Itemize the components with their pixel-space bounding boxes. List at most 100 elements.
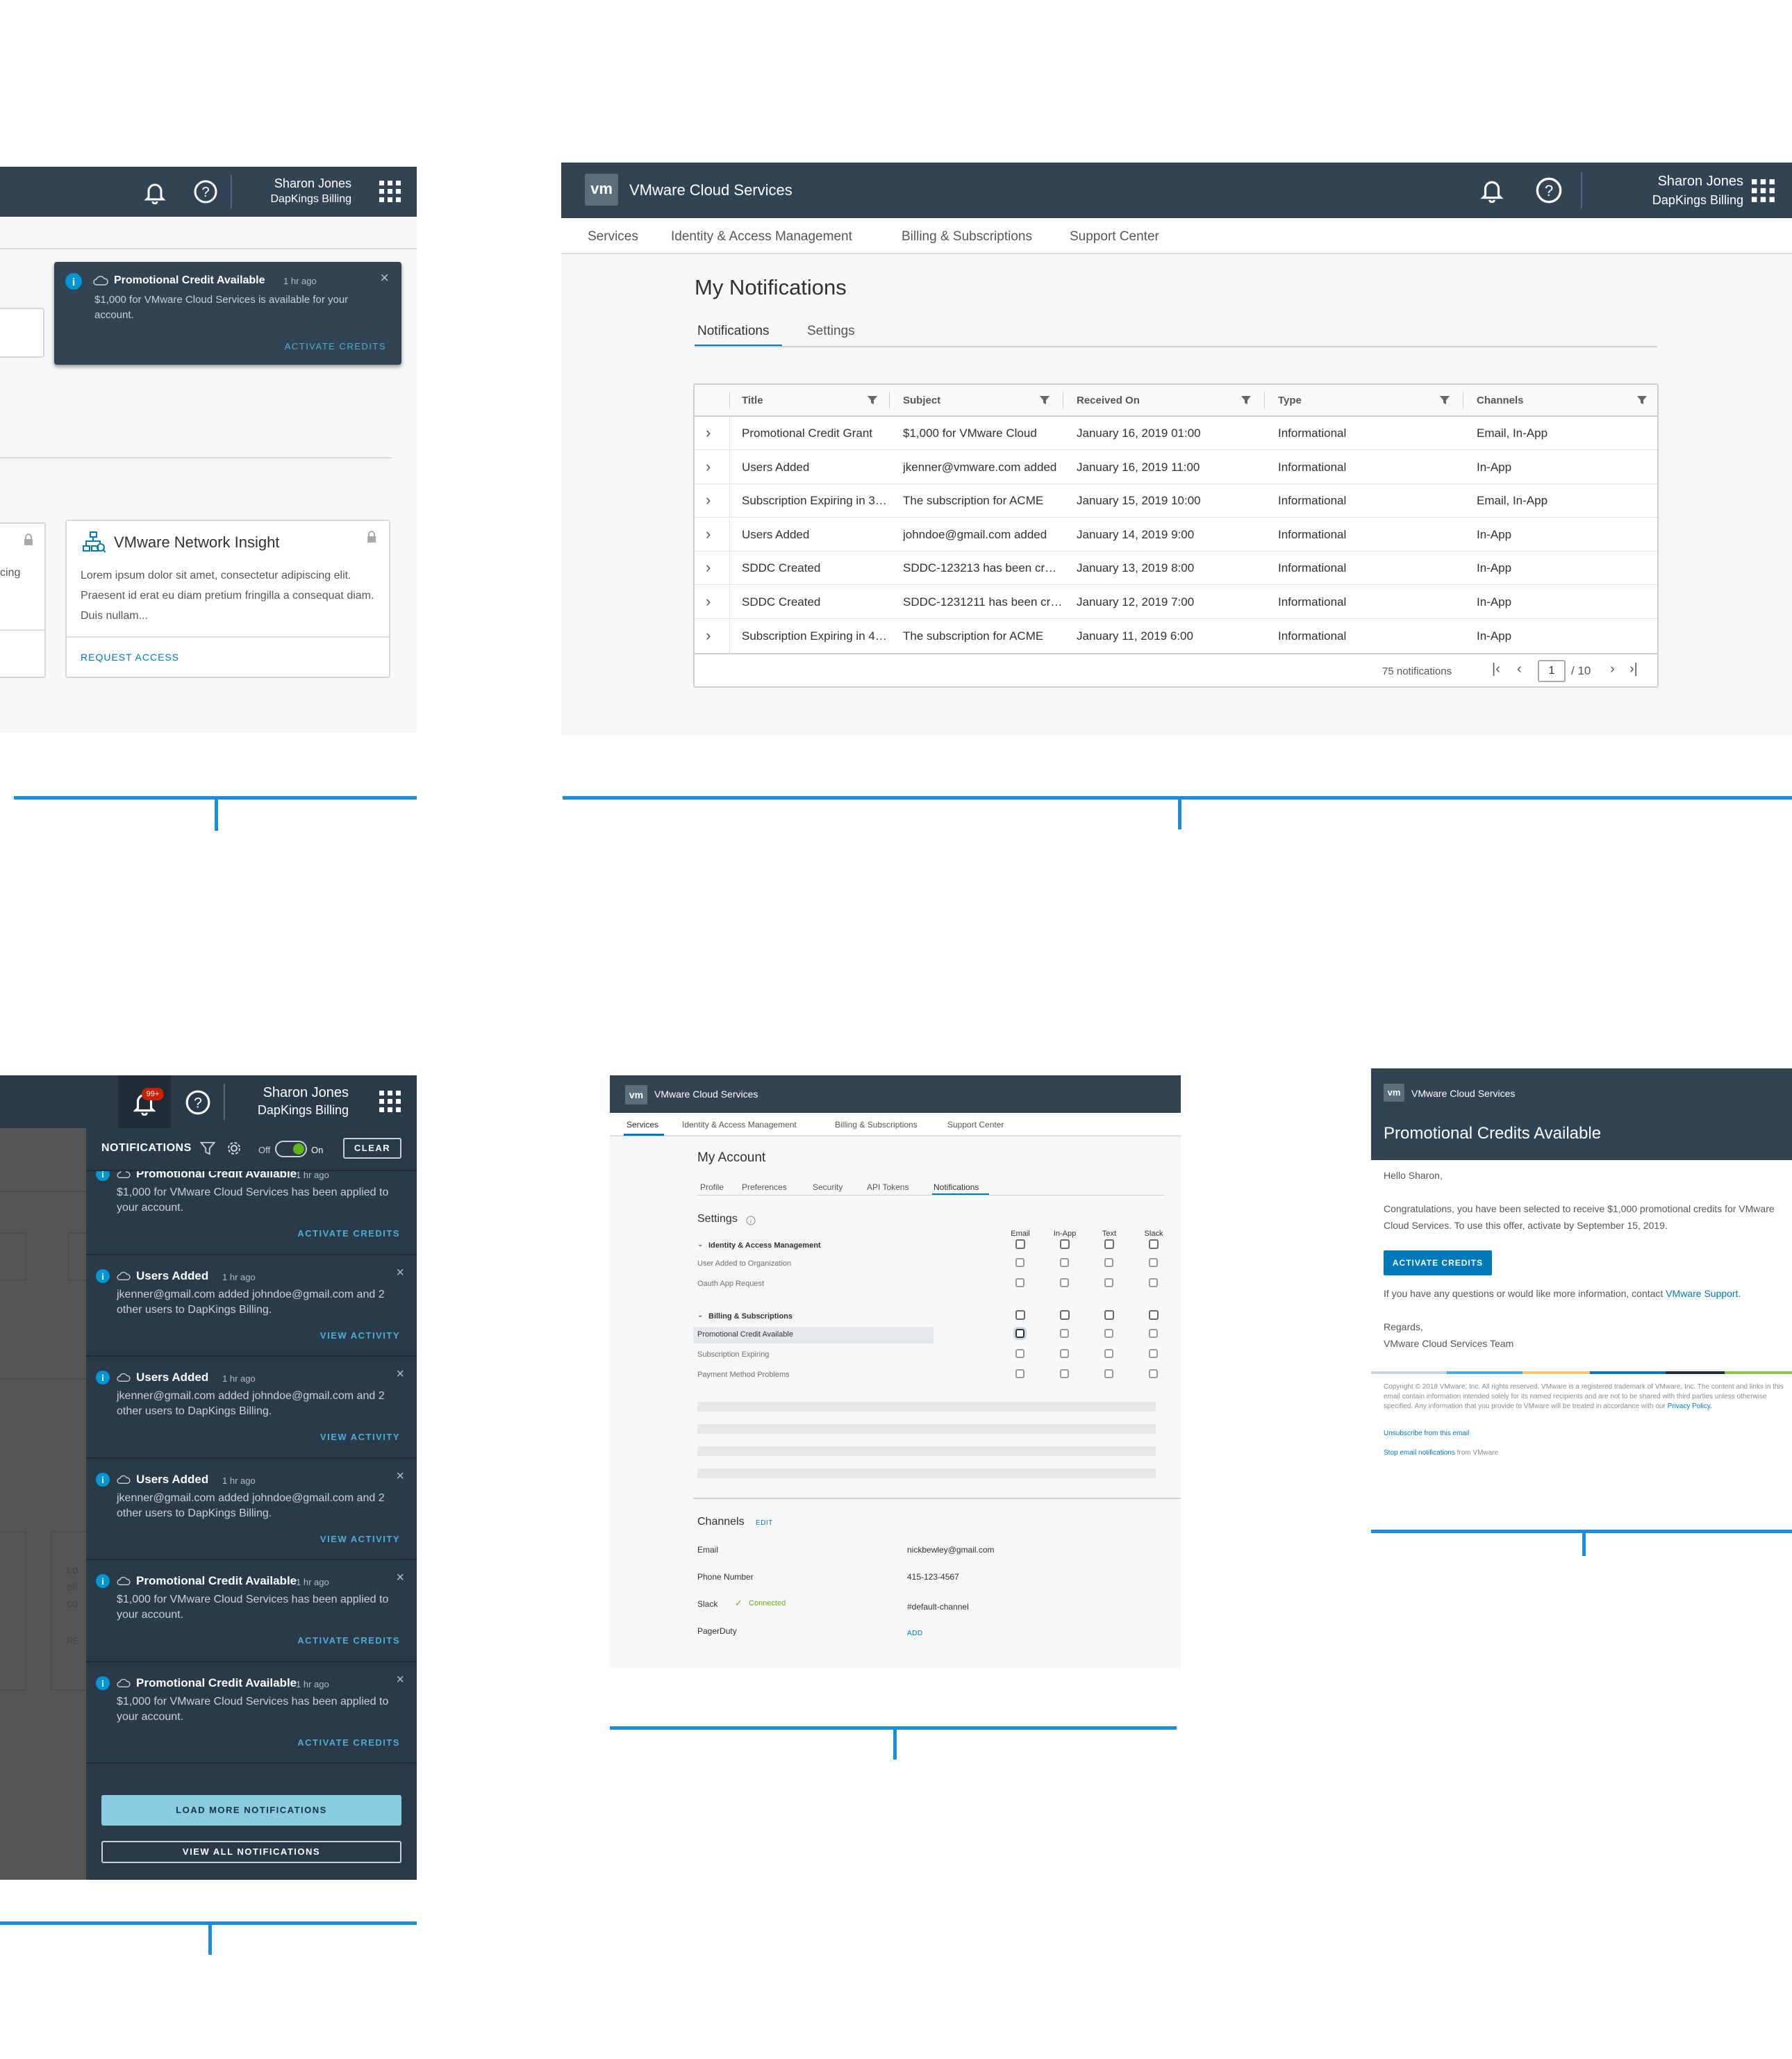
setting-checkbox[interactable] xyxy=(1015,1369,1024,1378)
tab-settings[interactable]: Settings xyxy=(807,324,855,339)
nav-billing[interactable]: Billing & Subscriptions xyxy=(835,1120,918,1130)
next-page-icon[interactable]: › xyxy=(1610,661,1615,677)
privacy-policy-link[interactable]: Privacy Policy. xyxy=(1668,1403,1712,1410)
nav-identity[interactable]: Identity & Access Management xyxy=(682,1120,797,1130)
tab-notifications[interactable]: Notifications xyxy=(934,1182,979,1192)
prev-page-icon[interactable]: ‹ xyxy=(1517,661,1522,677)
chevron-right-icon[interactable]: › xyxy=(706,491,711,509)
settings-group-header[interactable]: ⌄ Billing & Subscriptions xyxy=(697,1310,1170,1325)
group-checkbox[interactable] xyxy=(1060,1239,1070,1249)
column-header-type[interactable]: Type xyxy=(1278,395,1302,406)
setting-checkbox[interactable] xyxy=(1060,1329,1069,1338)
chevron-right-icon[interactable]: › xyxy=(706,559,711,577)
setting-checkbox[interactable] xyxy=(1149,1329,1158,1338)
notification-action[interactable]: VIEW ACTIVITY xyxy=(320,1534,400,1544)
chevron-right-icon[interactable]: › xyxy=(706,627,711,645)
brand-name[interactable]: VMware Cloud Services xyxy=(654,1089,758,1100)
column-header-channels[interactable]: Channels xyxy=(1477,395,1524,406)
chevron-right-icon[interactable]: › xyxy=(706,525,711,543)
tab-preferences[interactable]: Preferences xyxy=(742,1182,787,1192)
setting-checkbox[interactable] xyxy=(1149,1369,1158,1378)
channels-edit-link[interactable]: EDIT xyxy=(756,1519,773,1527)
chevron-right-icon[interactable]: › xyxy=(706,593,711,611)
notification-item[interactable]: i Promotional Credit Available 1 hr ago × $1… xyxy=(86,1560,417,1662)
app-grid-icon[interactable] xyxy=(1752,179,1775,203)
setting-checkbox[interactable] xyxy=(1149,1278,1158,1287)
setting-checkbox[interactable] xyxy=(1015,1349,1024,1358)
notification-item[interactable]: i Users Added 1 hr ago × jkenner@gmail.com a… xyxy=(86,1357,417,1459)
notification-action[interactable]: ACTIVATE CREDITS xyxy=(297,1737,400,1748)
setting-checkbox[interactable] xyxy=(1104,1278,1113,1287)
setting-checkbox[interactable] xyxy=(1149,1258,1158,1267)
load-more-button[interactable]: LOAD MORE NOTIFICATIONS xyxy=(101,1795,401,1826)
nav-services[interactable]: Services xyxy=(588,229,638,245)
setting-checkbox[interactable] xyxy=(1015,1258,1024,1267)
table-row[interactable]: › Subscription Expiring in 30 days The sub… xyxy=(695,484,1657,518)
setting-checkbox[interactable] xyxy=(1060,1258,1069,1267)
group-checkbox[interactable] xyxy=(1104,1310,1114,1320)
table-row[interactable]: › Promotional Credit Grant $1,000 for VMwa… xyxy=(695,417,1657,450)
unsubscribe-link[interactable]: Unsubscribe from this email xyxy=(1384,1430,1469,1437)
notification-action[interactable]: ACTIVATE CREDITS xyxy=(297,1635,400,1646)
brand-name[interactable]: VMware Cloud Services xyxy=(629,181,793,199)
settings-row[interactable]: Payment Method Problems xyxy=(693,1367,934,1384)
vmware-support-link[interactable]: VMware Support xyxy=(1666,1288,1738,1299)
tab-profile[interactable]: Profile xyxy=(700,1182,724,1192)
setting-checkbox[interactable] xyxy=(1149,1349,1158,1358)
toast-notification[interactable]: i Promotional Credit Available 1 hr ago … xyxy=(54,262,401,365)
settings-row[interactable]: Subscription Expiring xyxy=(693,1347,934,1364)
setting-checkbox[interactable] xyxy=(1060,1369,1069,1378)
table-row[interactable]: › Subscription Expiring in 45 days The sub… xyxy=(695,619,1657,653)
column-header-title[interactable]: Title xyxy=(742,395,763,406)
app-grid-icon[interactable] xyxy=(379,181,401,203)
view-all-button[interactable]: VIEW ALL NOTIFICATIONS xyxy=(101,1841,401,1863)
table-row[interactable]: › SDDC Created SDDC-123213 has been create… xyxy=(695,552,1657,586)
group-checkbox[interactable] xyxy=(1015,1239,1025,1249)
filter-icon[interactable] xyxy=(200,1141,215,1156)
pagerduty-add-link[interactable]: ADD xyxy=(907,1630,923,1637)
setting-checkbox[interactable] xyxy=(1015,1278,1024,1287)
chevron-right-icon[interactable]: › xyxy=(706,424,711,442)
filter-icon[interactable] xyxy=(1241,395,1252,406)
setting-checkbox[interactable] xyxy=(1104,1369,1113,1378)
settings-row[interactable]: Promotional Credit Available xyxy=(693,1327,934,1343)
setting-checkbox[interactable] xyxy=(1104,1329,1113,1338)
user-name[interactable]: Sharon Jones xyxy=(229,1085,349,1101)
settings-row[interactable]: Oauth App Request xyxy=(693,1276,934,1293)
search-box[interactable] xyxy=(0,308,44,358)
stop-notifications-link[interactable]: Stop email notifications xyxy=(1384,1449,1455,1457)
notifications-toggle[interactable] xyxy=(275,1141,307,1157)
chevron-right-icon[interactable]: › xyxy=(706,458,711,476)
settings-group-header[interactable]: ⌄ Identity & Access Management xyxy=(697,1239,1170,1255)
notification-item[interactable]: i Promotional Credit Available 1 hr ago × $1… xyxy=(86,1662,417,1764)
page-input[interactable]: 1 xyxy=(1538,660,1566,682)
nav-billing[interactable]: Billing & Subscriptions xyxy=(902,229,1032,245)
close-icon[interactable]: × xyxy=(396,1672,404,1688)
table-row[interactable]: › Users Added johndoe@gmail.com added Janua… xyxy=(695,518,1657,552)
help-icon[interactable]: ? xyxy=(1535,176,1563,204)
close-icon[interactable]: × xyxy=(380,269,389,287)
nav-support[interactable]: Support Center xyxy=(1070,229,1159,245)
notification-item[interactable]: i Users Added 1 hr ago × jkenner@gmail.com a… xyxy=(86,1255,417,1357)
gear-icon[interactable] xyxy=(226,1141,242,1156)
user-name[interactable]: Sharon Jones xyxy=(274,176,351,191)
group-checkbox[interactable] xyxy=(1015,1310,1025,1320)
tab-security[interactable]: Security xyxy=(813,1182,843,1192)
table-row[interactable]: › Users Added jkenner@vmware.com added Janu… xyxy=(695,450,1657,484)
setting-checkbox[interactable] xyxy=(1104,1258,1113,1267)
group-checkbox[interactable] xyxy=(1104,1239,1114,1249)
notification-action[interactable]: ACTIVATE CREDITS xyxy=(297,1228,400,1239)
group-checkbox[interactable] xyxy=(1060,1310,1070,1320)
column-header-received[interactable]: Received On xyxy=(1077,395,1140,406)
group-checkbox[interactable] xyxy=(1149,1239,1159,1249)
activate-credits-link[interactable]: ACTIVATE CREDITS xyxy=(285,341,386,352)
nav-support[interactable]: Support Center xyxy=(947,1120,1004,1130)
setting-checkbox[interactable] xyxy=(1060,1278,1069,1287)
chevron-down-icon[interactable]: ⌄ xyxy=(697,1312,703,1319)
app-grid-icon[interactable] xyxy=(379,1091,401,1113)
filter-icon[interactable] xyxy=(1039,395,1050,406)
bell-icon[interactable] xyxy=(143,181,167,204)
request-access-link[interactable]: REQUEST ACCESS xyxy=(81,652,179,663)
chevron-down-icon[interactable]: ⌄ xyxy=(697,1241,703,1248)
tab-api-tokens[interactable]: API Tokens xyxy=(867,1182,909,1192)
